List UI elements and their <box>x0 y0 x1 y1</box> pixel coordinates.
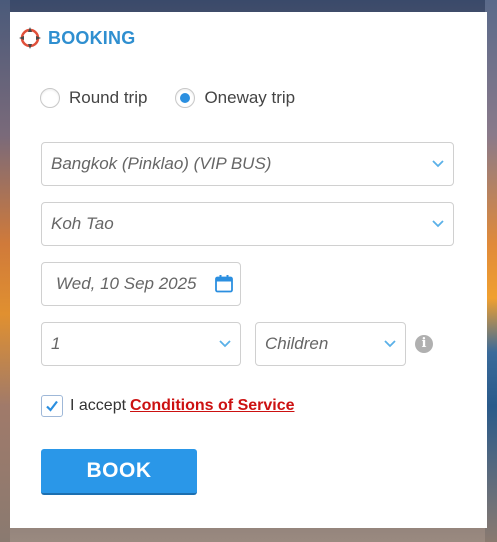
radio-round-trip-circle[interactable] <box>40 88 60 108</box>
booking-panel: BOOKING Round trip Oneway trip Bangkok (… <box>10 12 487 528</box>
radio-round-trip-label: Round trip <box>69 88 148 107</box>
passenger-count-select[interactable]: 1 <box>41 322 241 366</box>
checkmark-icon <box>46 400 58 412</box>
calendar-icon[interactable] <box>214 274 234 294</box>
from-value: Bangkok (Pinklao) (VIP BUS) <box>51 154 272 173</box>
chevron-down-icon <box>432 220 444 228</box>
info-icon[interactable]: i <box>415 335 433 353</box>
date-value: Wed, 10 Sep 2025 <box>56 274 197 293</box>
accept-terms-checkbox[interactable] <box>41 395 63 417</box>
radio-oneway-trip[interactable]: Oneway trip <box>175 88 295 108</box>
to-value: Koh Tao <box>51 214 114 233</box>
page-title: BOOKING <box>48 27 136 48</box>
book-button[interactable]: BOOK <box>41 449 197 495</box>
radio-oneway-trip-label: Oneway trip <box>204 88 296 107</box>
passenger-count-value: 1 <box>51 334 61 353</box>
from-select[interactable]: Bangkok (Pinklao) (VIP BUS) <box>41 142 454 186</box>
to-select[interactable]: Koh Tao <box>41 202 454 246</box>
terms-row: I accept Conditions of Service <box>41 395 295 417</box>
passenger-type-value: Children <box>265 334 329 353</box>
chevron-down-icon <box>219 340 231 348</box>
radio-round-trip[interactable]: Round trip <box>40 88 147 108</box>
passenger-type-select[interactable]: Children <box>255 322 406 366</box>
date-field[interactable]: Wed, 10 Sep 2025 <box>41 262 241 306</box>
trip-type-group: Round trip Oneway trip <box>40 88 323 108</box>
chevron-down-icon <box>432 160 444 168</box>
booking-header: BOOKING <box>18 24 135 52</box>
accept-terms-label: I accept <box>70 397 127 414</box>
radio-oneway-trip-circle[interactable] <box>175 88 196 108</box>
background-left <box>0 0 10 542</box>
compass-logo-icon <box>18 26 42 50</box>
chevron-down-icon <box>384 340 396 348</box>
conditions-of-service-link[interactable]: Conditions of Service <box>130 397 294 415</box>
